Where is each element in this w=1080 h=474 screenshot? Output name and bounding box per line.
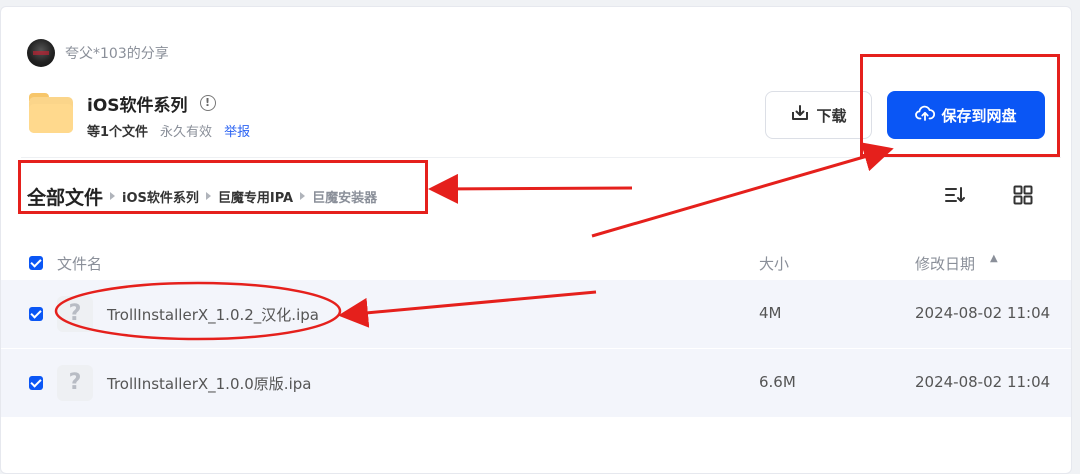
sharer-name: 夸父*103的分享 — [65, 46, 169, 62]
unknown-file-icon: ? — [57, 365, 93, 401]
column-header-size: 大小 — [759, 255, 790, 273]
breadcrumb-separator-icon — [110, 192, 116, 200]
table-row[interactable]: ? TrollInstallerX_1.0.0原版.ipa 6.6M 2024-… — [1, 349, 1071, 417]
file-date: 2024-08-02 11:04 — [915, 304, 1051, 322]
table-header: 文件名 大小 修改日期 ▲ — [1, 247, 1071, 279]
cloud-upload-icon — [915, 104, 936, 126]
breadcrumb-separator-icon — [300, 192, 306, 200]
download-icon — [790, 103, 810, 127]
file-name[interactable]: TrollInstallerX_1.0.2_汉化.ipa — [107, 304, 319, 325]
file-name[interactable]: TrollInstallerX_1.0.0原版.ipa — [107, 373, 311, 394]
row-checkbox[interactable] — [29, 307, 43, 321]
file-size: 6.6M — [759, 373, 796, 391]
breadcrumb-item[interactable]: 巨魔专用IPA — [218, 187, 293, 206]
save-label: 保存到网盘 — [941, 106, 1017, 125]
folder-header: iOS软件系列 ! 等1个文件 永久有效 举报 — [29, 91, 250, 140]
validity-text: 永久有效 — [160, 125, 213, 140]
select-all-checkbox[interactable] — [29, 256, 43, 270]
breadcrumb-item[interactable]: iOS软件系列 — [122, 187, 199, 206]
file-count: 等1个文件 — [87, 125, 149, 140]
row-checkbox[interactable] — [29, 376, 43, 390]
folder-title: iOS软件系列 — [87, 95, 188, 116]
avatar[interactable] — [27, 39, 55, 67]
folder-meta: iOS软件系列 ! 等1个文件 永久有效 举报 — [87, 91, 250, 140]
breadcrumb-root[interactable]: 全部文件 — [27, 183, 103, 210]
breadcrumb-separator-icon — [205, 192, 211, 200]
breadcrumb: 全部文件 iOS软件系列 巨魔专用IPA 巨魔安装器 — [27, 181, 377, 211]
share-page-card: 夸父*103的分享 iOS软件系列 ! 等1个文件 永久有效 举报 下载 保存到… — [0, 6, 1072, 474]
info-icon[interactable]: ! — [199, 95, 216, 111]
sort-arrows-icon[interactable]: ▲ — [990, 253, 998, 264]
column-header-date[interactable]: 修改日期 — [915, 253, 975, 274]
sharer-info: 夸父*103的分享 — [27, 39, 169, 67]
folder-icon — [29, 91, 73, 133]
file-date: 2024-08-02 11:04 — [915, 373, 1051, 391]
download-label: 下载 — [816, 106, 847, 125]
grid-view-icon[interactable] — [1013, 185, 1033, 205]
table-row[interactable]: ? TrollInstallerX_1.0.2_汉化.ipa 4M 2024-0… — [1, 280, 1071, 348]
save-to-drive-button[interactable]: 保存到网盘 — [887, 91, 1045, 139]
unknown-file-icon: ? — [57, 296, 93, 332]
divider — [21, 157, 1061, 158]
download-button[interactable]: 下载 — [765, 91, 872, 139]
report-link[interactable]: 举报 — [224, 121, 250, 140]
sort-icon[interactable] — [944, 185, 966, 205]
breadcrumb-current: 巨魔安装器 — [312, 190, 378, 206]
file-size: 4M — [759, 304, 782, 322]
column-header-name: 文件名 — [57, 255, 103, 273]
